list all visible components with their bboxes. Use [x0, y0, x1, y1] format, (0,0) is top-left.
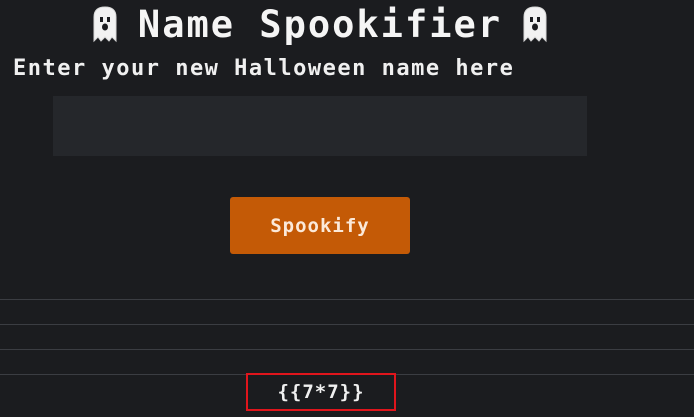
- spookify-button[interactable]: Spookify: [230, 197, 410, 254]
- table-row: [0, 324, 694, 349]
- name-input[interactable]: [53, 96, 587, 156]
- table-row: [0, 349, 694, 374]
- page-title: Name Spookifier: [137, 2, 503, 46]
- result-text: {{7*7}}: [277, 381, 365, 403]
- page-subtitle: Enter your new Halloween name here: [13, 56, 515, 81]
- page-header: Name Spookifier: [0, 2, 640, 46]
- ghost-icon: [92, 5, 118, 43]
- table-row: [0, 299, 694, 324]
- ghost-icon: [522, 5, 548, 43]
- highlighted-result: {{7*7}}: [246, 373, 396, 411]
